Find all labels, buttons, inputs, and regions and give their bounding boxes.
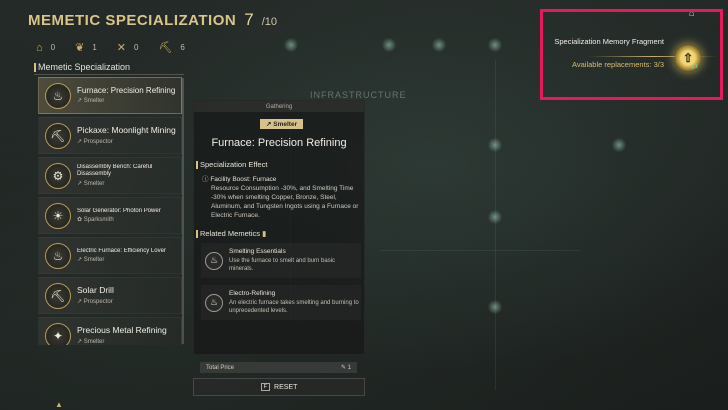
stat-value: 6 [180, 43, 185, 52]
item-role: ✿ Sparksmith [77, 217, 114, 224]
detail-panel: Gathering ↗ Smelter Furnace: Precision R… [193, 100, 365, 355]
pickaxe-icon: ⛏ [158, 42, 173, 54]
item-text: Solar Generator: Photon Power ✿ Sparksmit… [77, 208, 161, 224]
tree-line [380, 250, 580, 251]
stat-value: 1 [92, 43, 97, 52]
specialization-count: 7 [244, 10, 254, 29]
reset-label: RESET [274, 383, 298, 391]
section-label: INFRASTRUCTURE [310, 90, 407, 100]
tech-node[interactable] [382, 38, 396, 52]
book-icon: ▮ [262, 229, 267, 238]
price-value-wrap: ✎ 1 [341, 364, 351, 371]
house-icon: ⌂ [36, 41, 43, 54]
specialization-item[interactable]: ⛏ Solar Drill ↗ Prospector [38, 277, 182, 314]
item-text: Furnace: Precision Refining ↗ Smelter [77, 87, 175, 105]
specialization-item[interactable]: ⚙ Disassembly Bench: Careful Disassembly ↗… [38, 157, 182, 194]
page-title: MEMETIC SPECIALIZATION [28, 12, 237, 29]
item-name: Precious Metal Refining [77, 326, 167, 336]
scroll-indicator-icon: ▲ [55, 400, 63, 409]
specialization-max: /10 [261, 16, 277, 28]
item-name: Disassembly Bench: Careful Disassembly [77, 164, 153, 177]
item-role: ↗ Smelter [77, 98, 105, 105]
specialization-item[interactable]: ♨ Electric Furnace: Efficiency Lover ↗ Sme… [38, 237, 182, 274]
effect-description: ⓘ Facility Boost: Furnace Resource Consu… [202, 175, 362, 220]
memetic-desc: An electric furnace takes smelting and b… [229, 300, 359, 314]
item-name: Solar Drill [77, 286, 114, 296]
item-text: Disassembly Bench: Careful Disassembly ↗ … [77, 164, 181, 186]
item-text: Pickaxe: Moonlight Mining ↗ Prospector [77, 126, 176, 144]
list-scrollbar[interactable] [182, 78, 184, 344]
stat-value: 0 [50, 43, 56, 52]
memetic-name: Electro-Refining [229, 290, 276, 297]
fragment-title: Specialization Memory Fragment [554, 37, 664, 46]
specialization-item[interactable]: ✦ Precious Metal Refining ↗ Smelter [38, 317, 182, 345]
effect-text: Resource Consumption -30%, and Smelting … [211, 185, 359, 219]
stat-value: 0 [134, 43, 139, 52]
price-value: 1 [347, 365, 351, 371]
total-price-bar: Total Price ✎ 1 [200, 362, 357, 373]
tech-node[interactable] [488, 138, 502, 152]
item-name: Electric Furnace: Efficiency Lover [77, 247, 166, 254]
specialization-item[interactable]: ⛏ Pickaxe: Moonlight Mining ↗ Prospector [38, 117, 182, 154]
tech-node[interactable] [488, 210, 502, 224]
replacements-count: Available replacements: 3/3 [572, 60, 664, 69]
tech-node[interactable] [432, 38, 446, 52]
detail-title: Furnace: Precision Refining [211, 137, 347, 149]
drill-icon: ⛏ [45, 282, 71, 309]
item-name: Pickaxe: Moonlight Mining [77, 126, 176, 136]
item-role: ↗ Prospector [77, 298, 113, 305]
furnace-icon: ♨ [205, 251, 223, 270]
memory-fragment-panel[interactable]: Specialization Memory Fragment Available… [540, 9, 723, 100]
swap-icon: ⇄ [691, 62, 698, 71]
tech-node[interactable] [488, 300, 502, 314]
furnace-icon: ♨ [45, 82, 71, 109]
divider [34, 74, 184, 75]
detail-category: Gathering [194, 101, 364, 112]
metal-icon: ✦ [45, 322, 71, 345]
solar-icon: ☀ [45, 202, 71, 229]
related-memetic[interactable]: ♨ Electro-Refining An electric furnace t… [201, 285, 361, 320]
item-name: Furnace: Precision Refining [77, 86, 176, 95]
electric-furnace-icon: ♨ [45, 242, 71, 269]
tech-node[interactable] [488, 38, 502, 52]
tech-node[interactable] [284, 38, 298, 52]
pickaxe-icon: ⛏ [45, 122, 71, 149]
quill-icon: ✎ [340, 365, 348, 371]
item-text: Solar Drill ↗ Prospector [77, 286, 114, 304]
price-label: Total Price [206, 364, 235, 371]
hotkey-badge: F [260, 383, 271, 391]
specialization-item[interactable]: ☀ Solar Generator: Photon Power ✿ Sparksmi… [38, 197, 182, 234]
effect-title: Facility Boost: Furnace [210, 176, 277, 183]
related-heading: Related Memetics ▮ [195, 229, 267, 238]
electric-furnace-icon: ♨ [205, 293, 223, 312]
tech-node[interactable] [612, 138, 626, 152]
role-tag: ↗ Smelter [260, 119, 304, 129]
tree-line [495, 60, 496, 390]
item-role: ↗ Smelter [77, 338, 105, 345]
page-header: MEMETIC SPECIALIZATION 7 /10 [28, 10, 277, 30]
item-role: ↗ Smelter [77, 257, 105, 264]
leaf-icon: ❦ [75, 42, 85, 54]
category-stats: ⌂ 0 ❦ 1 ✕ 0 ⛏ 6 [36, 41, 197, 55]
related-memetic[interactable]: ♨ Smelting Essentials Use the furnace to… [201, 243, 361, 278]
memetic-name: Smelting Essentials [229, 248, 286, 255]
item-role: ↗ Smelter [77, 180, 105, 187]
list-title: Memetic Specialization [33, 62, 131, 72]
specialization-item[interactable]: ♨ Furnace: Precision Refining ↗ Smelter [38, 77, 182, 114]
reset-button[interactable]: F RESET [193, 378, 365, 396]
item-role: ↗ Prospector [77, 138, 113, 145]
item-name: Solar Generator: Photon Power [77, 207, 161, 214]
item-text: Precious Metal Refining ↗ Smelter [77, 326, 167, 344]
crossed-tools-icon: ✕ [116, 42, 126, 54]
item-text: Electric Furnace: Efficiency Lover ↗ Smel… [77, 248, 166, 264]
specialization-list: ♨ Furnace: Precision Refining ↗ Smelter ⛏ Pi… [38, 77, 182, 345]
effect-heading: Specialization Effect [195, 160, 268, 169]
bench-icon: ⚙ [45, 162, 71, 189]
memetic-desc: Use the furnace to smelt and burn basic … [229, 258, 336, 272]
